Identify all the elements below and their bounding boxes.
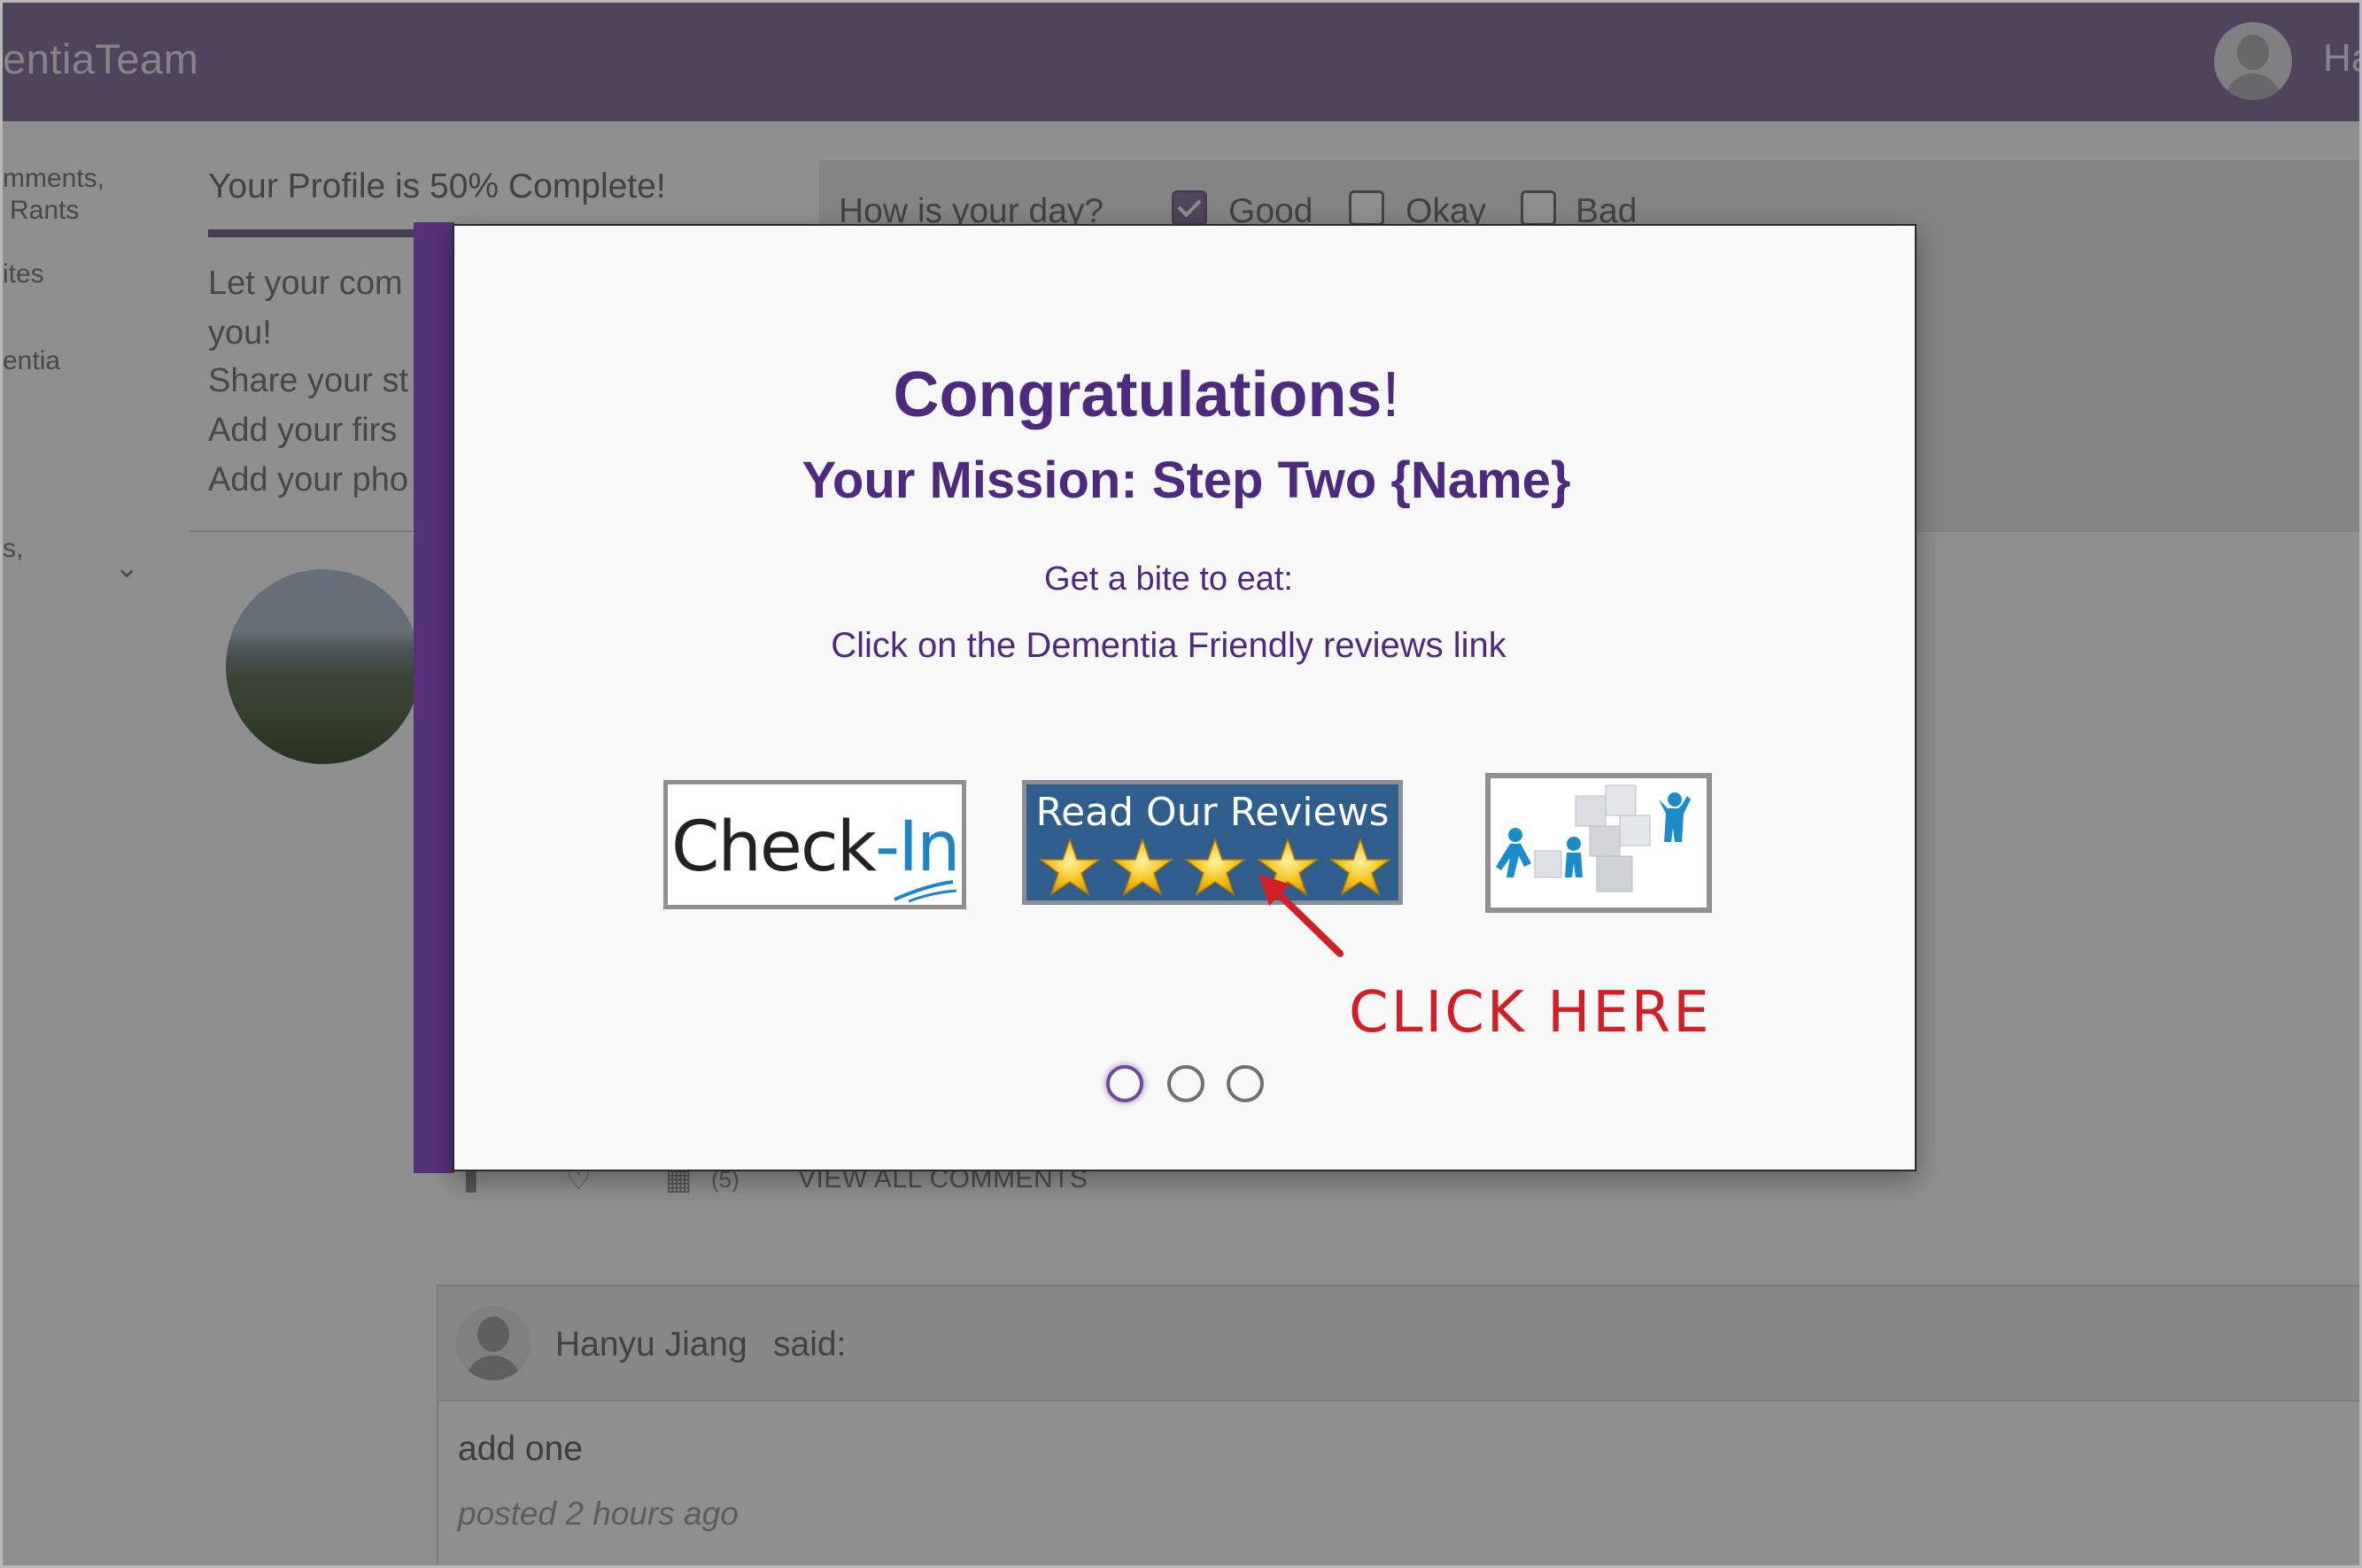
app-window: entiaTeam Ha mments, Rants ites entia s,… xyxy=(0,0,2362,1568)
click-here-callout: CLICK HERE xyxy=(1349,980,1712,1046)
team-puzzle-icon xyxy=(1496,784,1691,892)
modal-title: Congratulations! xyxy=(454,359,1918,431)
checkin-logo-part1: Check xyxy=(671,807,877,887)
modal-subtitle: Your Mission: Step Two {Name} xyxy=(802,452,1571,509)
reviews-label: Read Our Reviews xyxy=(1035,790,1390,835)
modal-instruction: Click on the Dementia Friendly reviews l… xyxy=(831,626,1506,665)
five-stars-icon xyxy=(1040,838,1390,895)
modal-instruction: Get a bite to eat: xyxy=(1044,560,1293,598)
pagination-dot-3[interactable] xyxy=(1227,1065,1264,1102)
pagination-dot-2[interactable] xyxy=(1167,1065,1204,1102)
mission-modal: Congratulations! Your Mission: Step Two … xyxy=(453,224,1917,1171)
reviews-link-tile[interactable]: Read Our Reviews xyxy=(1022,780,1403,905)
modal-title-text: Congratulations xyxy=(893,359,1382,430)
swoosh-icon xyxy=(894,880,957,903)
modal-accent-bar xyxy=(414,222,454,1173)
pagination-dot-1[interactable] xyxy=(1106,1065,1143,1102)
team-puzzle-tile[interactable] xyxy=(1485,773,1712,913)
checkin-link-tile[interactable]: Check-In xyxy=(663,780,966,909)
modal-title-mark: ! xyxy=(1382,359,1400,430)
